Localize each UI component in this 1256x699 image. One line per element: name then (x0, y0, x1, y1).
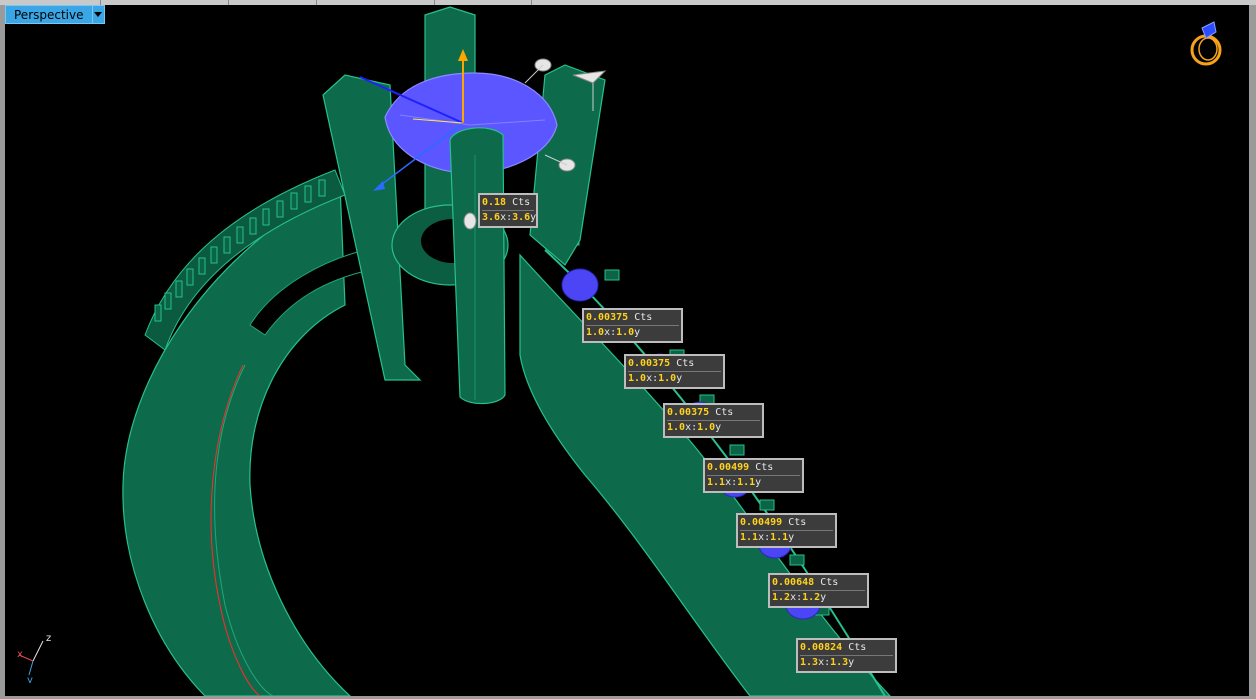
ring-icon[interactable] (1188, 18, 1228, 70)
stone-weight: 0.00375 (586, 312, 629, 323)
stone-weight: 0.00375 (667, 407, 710, 418)
stone-tag[interactable]: 0.18 Cts 3.6x:3.6y (478, 193, 538, 228)
stone-tag[interactable]: 0.00499 Cts 1.1x:1.1y (703, 458, 804, 493)
stone-weight: 0.00375 (628, 358, 671, 369)
axis-x-label: x (17, 649, 23, 660)
stone-height: 3.6 (512, 212, 531, 223)
stone-height: 1.3 (830, 657, 849, 668)
stone-tag[interactable]: 0.00648 Cts 1.2x:1.2y (768, 573, 869, 608)
3d-viewport[interactable]: Perspective z x y 0.18 Cts 3.6x:3.6y 0.0… (5, 5, 1249, 696)
axis-z-label: z (46, 633, 51, 644)
stone-unit: Cts (676, 358, 695, 369)
stone-weight: 0.00648 (772, 577, 815, 588)
stone-tag[interactable]: 0.00824 Cts 1.3x:1.3y (796, 638, 897, 673)
viewport-label[interactable]: Perspective (5, 5, 92, 24)
stone-height: 1.0 (658, 373, 677, 384)
chevron-down-icon[interactable] (91, 5, 105, 24)
stone-unit: Cts (634, 312, 653, 323)
axis-y-label: y (27, 675, 33, 683)
stone-weight: 0.18 (482, 197, 507, 208)
stone-height: 1.0 (697, 422, 716, 433)
stone-width: 1.0 (586, 327, 605, 338)
stone-width: 1.1 (707, 477, 726, 488)
stone-unit: Cts (715, 407, 734, 418)
stone-weight: 0.00499 (740, 517, 783, 528)
stone-width: 1.2 (772, 592, 791, 603)
stone-width: 1.0 (628, 373, 647, 384)
stone-unit: Cts (512, 197, 531, 208)
stone-height: 1.0 (616, 327, 635, 338)
stone-width: 1.1 (740, 532, 759, 543)
stone-height: 1.1 (770, 532, 789, 543)
stone-height: 1.2 (802, 592, 821, 603)
stone-tag[interactable]: 0.00375 Cts 1.0x:1.0y (582, 308, 683, 343)
stone-unit: Cts (848, 642, 867, 653)
stone-weight: 0.00499 (707, 462, 750, 473)
ring-model[interactable] (5, 5, 1249, 696)
stone-width: 1.0 (667, 422, 686, 433)
stone-height: 1.1 (737, 477, 756, 488)
stone-width: 3.6 (482, 212, 501, 223)
stone-unit: Cts (755, 462, 774, 473)
stone-tag[interactable]: 0.00375 Cts 1.0x:1.0y (663, 403, 764, 438)
stone-width: 1.3 (800, 657, 819, 668)
ring-shank (122, 184, 351, 696)
stone-tag[interactable]: 0.00499 Cts 1.1x:1.1y (736, 513, 837, 548)
prong-front (449, 127, 506, 405)
axis-triad-icon: z x y (17, 633, 51, 683)
viewport-menu[interactable]: Perspective (5, 5, 105, 24)
stone-unit: Cts (820, 577, 839, 588)
stone-tag[interactable]: 0.00375 Cts 1.0x:1.0y (624, 354, 725, 389)
stone-unit: Cts (788, 517, 807, 528)
stone-weight: 0.00824 (800, 642, 843, 653)
